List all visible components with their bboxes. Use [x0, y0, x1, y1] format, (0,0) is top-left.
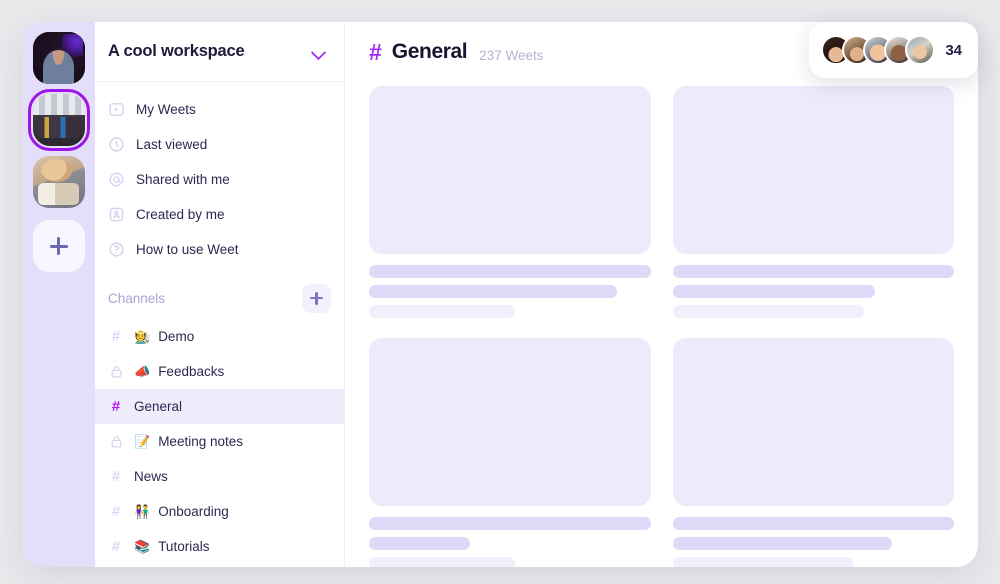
workspace-thumbnail — [32, 156, 85, 208]
skeleton-line — [672, 305, 864, 318]
nav-item-my-weets[interactable]: My Weets — [95, 92, 344, 127]
channel-list: # 🧑‍🌾 Demo 📣 Feedbacks # General — [95, 319, 344, 564]
hash-icon: # — [111, 503, 121, 520]
weet-thumbnail-placeholder — [369, 338, 651, 506]
weet-card-placeholder[interactable] — [672, 338, 954, 567]
channel-emoji: 📚 — [134, 539, 151, 554]
workspace-switcher-item-2[interactable] — [27, 89, 90, 151]
hash-icon: # — [111, 328, 121, 345]
presence-pill[interactable]: 34 — [809, 22, 978, 78]
workspace-selector[interactable]: A cool workspace — [95, 22, 344, 82]
presence-count: 34 — [945, 41, 962, 59]
weet-text-placeholder — [672, 254, 954, 318]
weet-card-placeholder[interactable] — [672, 86, 954, 318]
channel-item-feedbacks[interactable]: 📣 Feedbacks — [95, 354, 344, 389]
workspace-title: A cool workspace — [108, 42, 245, 60]
channel-item-demo[interactable]: # 🧑‍🌾 Demo — [95, 319, 344, 354]
hash-icon: # — [111, 468, 121, 485]
workspace-rail — [22, 22, 95, 567]
question-circle-icon — [108, 241, 125, 258]
skeleton-line — [672, 537, 893, 550]
channels-section-header: Channels — [95, 277, 344, 319]
video-square-icon — [108, 101, 125, 118]
channel-item-news[interactable]: # News — [95, 459, 344, 494]
hash-icon: # — [111, 398, 121, 415]
user-square-icon — [108, 206, 125, 223]
channel-label: General — [134, 399, 183, 414]
weet-thumbnail-placeholder — [369, 86, 651, 254]
nav-item-last-viewed[interactable]: Last viewed — [95, 127, 344, 162]
skeleton-line — [369, 285, 617, 298]
presence-avatar-group[interactable] — [821, 35, 936, 65]
add-workspace-button[interactable] — [32, 220, 85, 272]
hash-icon: # — [111, 538, 121, 555]
nav-item-created-by-me[interactable]: Created by me — [95, 197, 344, 232]
skeleton-line — [369, 537, 471, 550]
nav-item-label: Last viewed — [136, 137, 208, 152]
nav-item-label: How to use Weet — [136, 242, 239, 257]
weet-text-placeholder — [369, 506, 651, 567]
channel-label: News — [134, 469, 168, 484]
main-content: # General 237 Weets — [345, 22, 978, 567]
channel-emoji: 🧑‍🌾 — [134, 329, 151, 344]
weet-grid — [345, 82, 978, 567]
nav-item-label: Created by me — [136, 207, 225, 222]
workspace-switcher-item-3[interactable] — [32, 156, 85, 208]
weet-card-placeholder[interactable] — [369, 338, 651, 567]
channel-item-onboarding[interactable]: # 👫 Onboarding — [95, 494, 344, 529]
plus-icon — [49, 237, 68, 255]
skeleton-line — [672, 557, 853, 567]
channel-item-tutorials[interactable]: # 📚 Tutorials — [95, 529, 344, 564]
skeleton-line — [672, 285, 876, 298]
nav-item-how-to-use-weet[interactable]: How to use Weet — [95, 232, 344, 267]
channel-label: Tutorials — [158, 539, 210, 554]
weet-thumbnail-placeholder — [672, 86, 954, 254]
weet-card-placeholder[interactable] — [369, 86, 651, 318]
skeleton-line — [369, 517, 651, 530]
at-sign-icon — [108, 171, 125, 188]
skeleton-line — [369, 305, 516, 318]
hash-icon: # — [369, 38, 382, 65]
add-channel-button[interactable] — [302, 283, 331, 313]
channel-item-general[interactable]: # General — [95, 389, 344, 424]
lock-icon — [108, 364, 124, 379]
channel-label: Demo — [158, 329, 195, 344]
channels-title: Channels — [108, 290, 166, 306]
page-title: General — [391, 40, 468, 63]
quick-nav-list: My Weets Last viewed Shared with me Crea… — [95, 82, 344, 271]
app-window: A cool workspace My Weets Last viewed Sh… — [22, 22, 978, 567]
skeleton-line — [369, 265, 651, 278]
channel-label: Onboarding — [158, 504, 229, 519]
channel-emoji: 📝 — [134, 434, 151, 449]
channel-emoji: 👫 — [134, 504, 151, 519]
clock-icon — [108, 136, 125, 153]
skeleton-line — [672, 517, 954, 530]
lock-icon — [108, 434, 124, 449]
channel-emoji: 📣 — [134, 364, 151, 379]
nav-item-label: My Weets — [136, 102, 196, 117]
skeleton-line — [672, 265, 954, 278]
weet-thumbnail-placeholder — [672, 338, 954, 506]
nav-item-shared-with-me[interactable]: Shared with me — [95, 162, 344, 197]
channel-label: Feedbacks — [158, 364, 225, 379]
channel-item-meeting-notes[interactable]: 📝 Meeting notes — [95, 424, 344, 459]
workspace-thumbnail — [32, 94, 85, 146]
sidebar: A cool workspace My Weets Last viewed Sh… — [95, 22, 345, 567]
weet-text-placeholder — [369, 254, 651, 318]
plus-icon — [310, 291, 323, 305]
chevron-down-icon[interactable] — [312, 47, 326, 56]
skeleton-line — [369, 557, 516, 567]
nav-item-label: Shared with me — [136, 172, 230, 187]
workspace-switcher-item-1[interactable] — [32, 32, 85, 84]
avatar[interactable] — [905, 35, 936, 65]
workspace-thumbnail — [32, 32, 85, 84]
weet-count: 237 Weets — [479, 47, 544, 63]
channel-label: Meeting notes — [158, 434, 243, 449]
weet-text-placeholder — [672, 506, 954, 567]
